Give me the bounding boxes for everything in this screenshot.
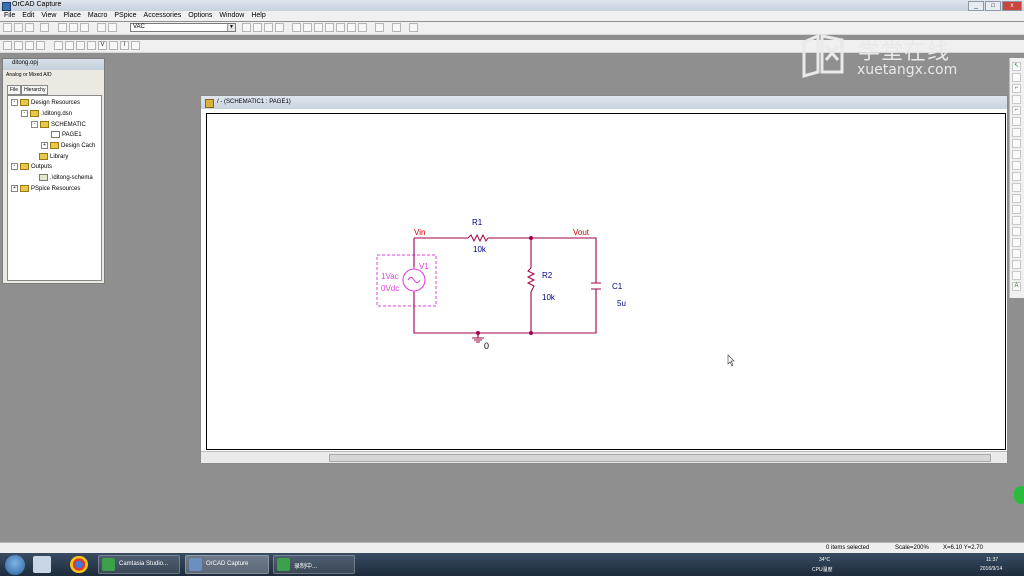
r1-value[interactable]: 10k (473, 245, 487, 254)
place-line-icon[interactable] (1012, 216, 1021, 225)
task-label: Camtasia Studio... (119, 561, 169, 567)
task-label: OrCAD Capture (206, 561, 249, 567)
chrome-icon[interactable] (70, 556, 88, 573)
system-tray: 34°C CPU温度 11:37 2016/9/14 (774, 553, 1024, 576)
place-port-icon[interactable] (1012, 172, 1021, 181)
r1-resistor-symbol[interactable] (467, 233, 489, 243)
place-wire-icon[interactable]: ⌐ (1012, 84, 1021, 93)
ground-label[interactable]: 0 (484, 341, 489, 351)
place-pin-icon[interactable] (1012, 183, 1021, 192)
v1-dc-value[interactable]: 0Vdc (381, 284, 399, 293)
r2-value[interactable]: 10k (542, 293, 556, 302)
place-ground-icon[interactable] (1012, 150, 1021, 159)
place-no-connect-icon[interactable] (1012, 205, 1021, 214)
place-rectangle-icon[interactable] (1012, 238, 1021, 247)
tray-cpu: CPU温度 (812, 567, 833, 573)
c1-name[interactable]: C1 (612, 282, 623, 291)
r1-name[interactable]: R1 (472, 218, 483, 227)
junction-dot (529, 331, 533, 335)
status-coords: X=6.10 Y=2.70 (943, 545, 983, 551)
floating-widget-icon[interactable] (1014, 486, 1024, 504)
task-orcad[interactable]: OrCAD Capture (185, 555, 269, 574)
select-tool-icon[interactable]: ↖ (1012, 62, 1021, 71)
ground-icon[interactable] (472, 337, 484, 343)
place-ellipse-icon[interactable] (1012, 249, 1021, 258)
explorer-icon[interactable] (33, 556, 51, 573)
place-part-icon[interactable] (1012, 73, 1021, 82)
wire[interactable] (413, 292, 597, 334)
task-camtasia[interactable]: Camtasia Studio... (98, 555, 180, 574)
place-arc-icon[interactable] (1012, 260, 1021, 269)
net-label-vin[interactable]: Vin (414, 228, 425, 237)
place-bezier-icon[interactable] (1012, 271, 1021, 280)
v1-name[interactable]: V1 (419, 262, 429, 271)
status-scale: Scale=200% (895, 545, 929, 551)
place-polyline-icon[interactable] (1012, 227, 1021, 236)
place-power-icon[interactable] (1012, 139, 1021, 148)
status-selection: 0 items selected (826, 545, 870, 551)
mouse-cursor-icon (727, 354, 735, 367)
camtasia-icon (102, 558, 115, 571)
task-recording[interactable]: 录制中... (273, 555, 355, 574)
place-bus-icon[interactable]: ⌐ (1012, 106, 1021, 115)
place-bus-entry-icon[interactable] (1012, 128, 1021, 137)
ac-wave-icon (407, 277, 421, 283)
taskbar: Camtasia Studio... OrCAD Capture 录制中... … (0, 553, 1024, 576)
r2-resistor-symbol[interactable] (526, 267, 536, 293)
start-button[interactable] (5, 555, 25, 575)
place-junction-icon[interactable] (1012, 117, 1021, 126)
place-off-page-icon[interactable] (1012, 194, 1021, 203)
net-label-vout[interactable]: Vout (573, 228, 590, 237)
tray-temp: 34°C (819, 557, 831, 563)
place-hier-block-icon[interactable] (1012, 161, 1021, 170)
task-label: 录制中... (294, 564, 318, 570)
schematic-canvas[interactable]: Vin Vout R1 10k R2 10k C1 5u V1 1Vac 0Vd… (0, 0, 1024, 576)
place-text-icon[interactable]: A (1012, 282, 1021, 291)
camtasia-recorder-icon (277, 558, 290, 571)
c1-value[interactable]: 5u (617, 299, 626, 308)
junction-dot (476, 331, 480, 335)
orcad-icon (189, 558, 202, 571)
draw-palette: ↖ ⌐ ⌐ A (1009, 58, 1024, 298)
c1-capacitor-symbol[interactable] (591, 282, 601, 290)
tray-time: 11:37 (986, 557, 999, 563)
v1-ac-value[interactable]: 1Vac (381, 272, 399, 281)
tray-date: 2016/9/14 (980, 566, 1003, 572)
junction-dot (529, 236, 533, 240)
place-net-alias-icon[interactable] (1012, 95, 1021, 104)
r2-name[interactable]: R2 (542, 271, 553, 280)
